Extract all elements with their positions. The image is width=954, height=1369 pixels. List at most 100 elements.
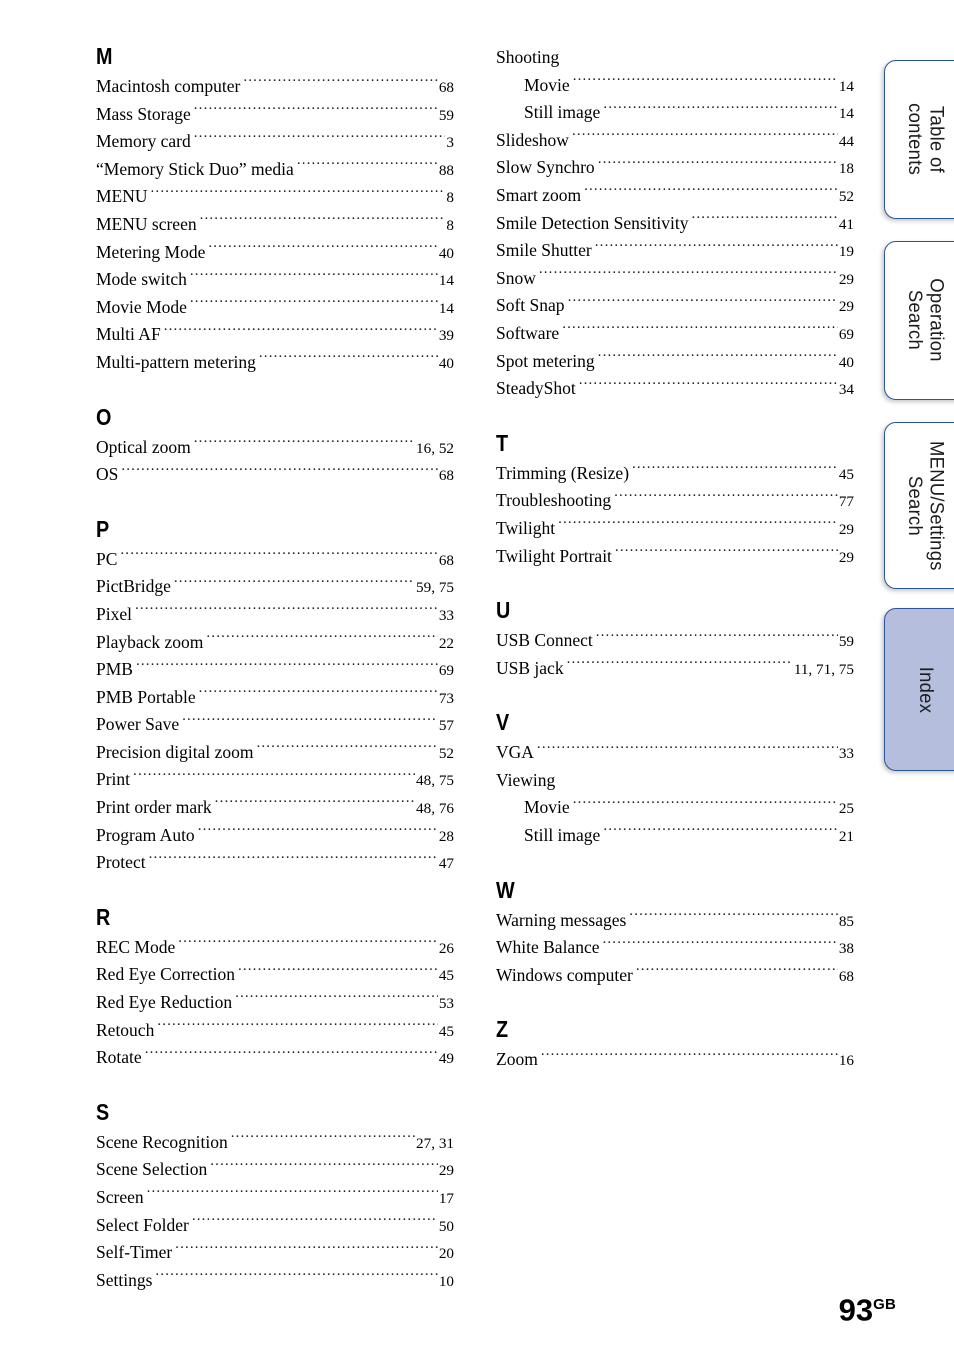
index-entry[interactable]: Program Auto 28 [96,822,454,850]
index-entry[interactable]: Memory card 3 [96,128,454,156]
index-entry[interactable]: Troubleshooting 77 [496,487,854,515]
leader-dots [598,156,838,174]
leader-dots [178,935,438,953]
side-tab-operation-search[interactable]: Operation Search [884,241,954,400]
index-entry[interactable]: Metering Mode 40 [96,239,454,267]
index-entry[interactable]: Select Folder 50 [96,1212,454,1240]
index-entry[interactable]: Pixel 33 [96,601,454,629]
index-entry[interactable]: Snow 29 [496,265,854,293]
index-entry[interactable]: REC Mode 26 [96,934,454,962]
index-entry[interactable]: Multi-pattern metering 40 [96,349,454,377]
index-entry-label: Red Eye Reduction [96,992,233,1013]
index-entry[interactable]: Mass Storage 59 [96,101,454,129]
index-entry[interactable]: Scene Recognition 27, 31 [96,1129,454,1157]
index-entry[interactable]: Viewing [496,767,854,795]
index-entry[interactable]: MENU 8 [96,183,454,211]
index-entry[interactable]: Rotate 49 [96,1044,454,1072]
index-entry-page: 18 [838,160,854,178]
index-sub-entry[interactable]: Movie 25 [496,794,854,822]
index-entry[interactable]: Scene Selection 29 [96,1156,454,1184]
leader-dots [595,239,838,257]
index-entry[interactable]: PictBridge 59, 75 [96,573,454,601]
index-entry[interactable]: Mode switch 14 [96,266,454,294]
index-entry[interactable]: MENU screen 8 [96,211,454,239]
index-entry[interactable]: Precision digital zoom 52 [96,739,454,767]
index-entry[interactable]: SteadyShot 34 [496,375,854,403]
letter-block: R REC Mode 26 Red Eye Correction 45 Red Eye R… [96,905,454,1072]
leader-dots [194,130,446,148]
letter-heading-r: R [96,903,110,930]
index-entry[interactable]: Soft Snap 29 [496,292,854,320]
index-sub-entry[interactable]: Movie 14 [496,72,854,100]
index-entry[interactable]: Retouch 45 [96,1017,454,1045]
leader-dots [259,350,438,368]
index-entry[interactable]: Optical zoom 16, 52 [96,434,454,462]
index-entry[interactable]: Movie Mode 14 [96,294,454,322]
index-entry[interactable]: PC 68 [96,546,454,574]
index-entry[interactable]: Red Eye Reduction 53 [96,989,454,1017]
leader-dots [210,1158,438,1176]
leader-dots [215,796,415,814]
index-entry[interactable]: Protect 47 [96,849,454,877]
index-entry[interactable]: Slow Synchro 18 [496,154,854,182]
index-entry[interactable]: PMB Portable 73 [96,684,454,712]
leader-dots [182,713,438,731]
index-entry[interactable]: OS 68 [96,461,454,489]
index-entry[interactable]: Macintosh computer 68 [96,73,454,101]
index-entry[interactable]: Zoom 16 [496,1046,854,1074]
leader-dots [691,211,837,229]
index-entry-page: 40 [438,354,454,372]
index-entry[interactable]: Twilight 29 [496,515,854,543]
leader-dots [206,630,437,648]
index-entry-label: REC Mode [96,936,176,957]
index-entry[interactable]: Shooting [496,44,854,72]
index-entry[interactable]: Playback zoom 22 [96,629,454,657]
index-entry[interactable]: Self-Timer 20 [96,1239,454,1267]
leader-dots [562,321,838,339]
index-entry[interactable]: Settings 10 [96,1267,454,1295]
index-entry[interactable]: Trimming (Resize) 45 [496,460,854,488]
side-tab-index[interactable]: Index [884,608,954,771]
index-entry[interactable]: Smart zoom 52 [496,182,854,210]
index-entry-label: Software [496,322,560,343]
index-entry-page: 48, 75 [416,772,454,790]
index-entry[interactable]: White Balance 38 [496,934,854,962]
index-sub-entry[interactable]: Still image 21 [496,822,854,850]
letter-heading-z: Z [496,1016,508,1043]
index-entry[interactable]: USB Connect 59 [496,627,854,655]
index-entry[interactable]: PMB 69 [96,656,454,684]
side-tab-menu-settings-search[interactable]: MENU/Settings Search [884,422,954,589]
index-entry[interactable]: Print order mark 48, 76 [96,794,454,822]
index-entry[interactable]: Smile Detection Sensitivity 41 [496,210,854,238]
index-entry[interactable]: Power Save 57 [96,711,454,739]
index-entry[interactable]: Warning messages 85 [496,907,854,935]
page-number-suffix: GB [873,1295,896,1313]
index-entry-label: Slow Synchro [496,157,595,178]
index-entry[interactable]: Windows computer 68 [496,962,854,990]
index-entry-page: 16 [838,1052,854,1070]
leader-dots [256,740,437,758]
index-entry-page: 29 [838,548,854,566]
index-entry[interactable]: Multi AF 39 [96,321,454,349]
index-entry[interactable]: “Memory Stick Duo” media 88 [96,156,454,184]
index-entry[interactable]: VGA 33 [496,739,854,767]
index-sub-entry[interactable]: Still image 14 [496,99,854,127]
index-entry[interactable]: Red Eye Correction 45 [96,961,454,989]
index-entry[interactable]: Slideshow 44 [496,127,854,155]
index-entry-label: Print [96,769,131,790]
index-entry[interactable]: Screen 17 [96,1184,454,1212]
index-entry[interactable]: Software 69 [496,320,854,348]
index-entry-label: Viewing [496,769,556,790]
index-entry-page: 52 [838,187,854,205]
index-entry-page: 41 [838,215,854,233]
index-entry[interactable]: Print 48, 75 [96,766,454,794]
index-entry-label: Red Eye Correction [96,964,235,985]
leader-dots [136,658,438,676]
index-entry[interactable]: Twilight Portrait 29 [496,543,854,571]
index-entry[interactable]: USB jack 11, 71, 75 [496,655,854,683]
index-entry[interactable]: Spot metering 40 [496,348,854,376]
index-entry-page: 47 [438,855,454,873]
index-entry[interactable]: Smile Shutter 19 [496,237,854,265]
index-entry-label: Snow [496,267,536,288]
side-tab-table-of-contents[interactable]: Table of contents [884,60,954,219]
